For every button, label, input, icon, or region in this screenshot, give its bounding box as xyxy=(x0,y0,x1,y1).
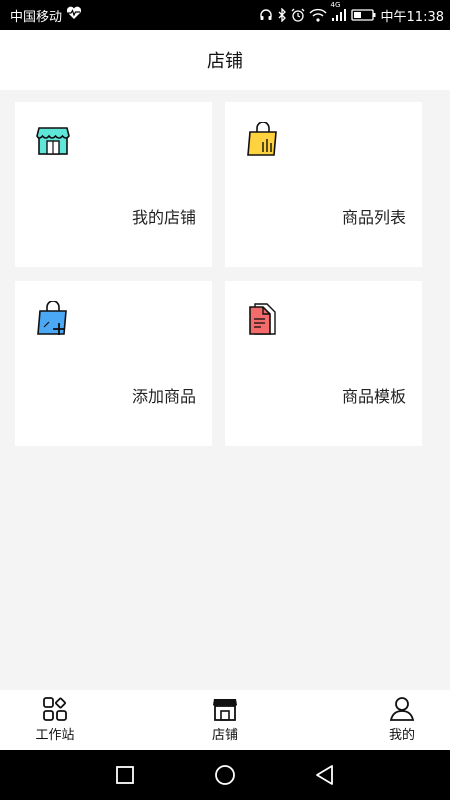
back-icon[interactable] xyxy=(314,763,336,787)
tab-label: 店铺 xyxy=(211,728,238,743)
page-title: 店铺 xyxy=(207,51,243,72)
tab-mine[interactable]: 我的 xyxy=(362,690,442,750)
card-add-product[interactable]: 添加商品 xyxy=(15,281,212,446)
card-label: 商品模板 xyxy=(341,387,406,406)
alarm-icon xyxy=(291,8,305,22)
tab-store[interactable]: 店铺 xyxy=(185,690,265,750)
user-icon xyxy=(389,697,415,721)
bottom-tabbar: 工作站 店铺 我的 xyxy=(0,690,450,750)
battery-icon xyxy=(350,8,377,22)
shopping-bag-list-icon xyxy=(245,121,281,158)
card-label: 我的店铺 xyxy=(131,208,196,227)
headset-icon xyxy=(259,8,273,22)
signal-icon: 4G xyxy=(331,1,347,22)
card-my-store[interactable]: 我的店铺 xyxy=(15,102,212,267)
bluetooth-icon xyxy=(277,8,287,22)
grid-apps-icon xyxy=(43,697,67,721)
card-product-list[interactable]: 商品列表 xyxy=(225,102,422,267)
store-icon xyxy=(213,699,237,721)
status-bar: 中国移动 4G 中午11:38 xyxy=(0,0,450,30)
header: 店铺 xyxy=(0,30,450,90)
recent-apps-icon[interactable] xyxy=(115,763,135,787)
heart-rate-icon xyxy=(66,6,82,24)
carrier-name: 中国移动 xyxy=(10,9,63,25)
tab-label: 我的 xyxy=(388,728,415,743)
system-nav-bar xyxy=(0,750,450,800)
card-product-template[interactable]: 商品模板 xyxy=(225,281,422,446)
clock-time: 中午11:38 xyxy=(380,9,444,25)
document-template-icon xyxy=(245,301,281,337)
wifi-icon xyxy=(309,8,327,22)
card-label: 商品列表 xyxy=(341,208,406,227)
store-icon xyxy=(35,122,71,158)
tab-workstation[interactable]: 工作站 xyxy=(15,690,95,750)
tab-label: 工作站 xyxy=(35,728,75,743)
home-icon[interactable] xyxy=(213,763,237,787)
network-type: 4G xyxy=(330,1,341,9)
shopping-bag-add-icon xyxy=(35,300,71,337)
card-label: 添加商品 xyxy=(131,387,196,406)
